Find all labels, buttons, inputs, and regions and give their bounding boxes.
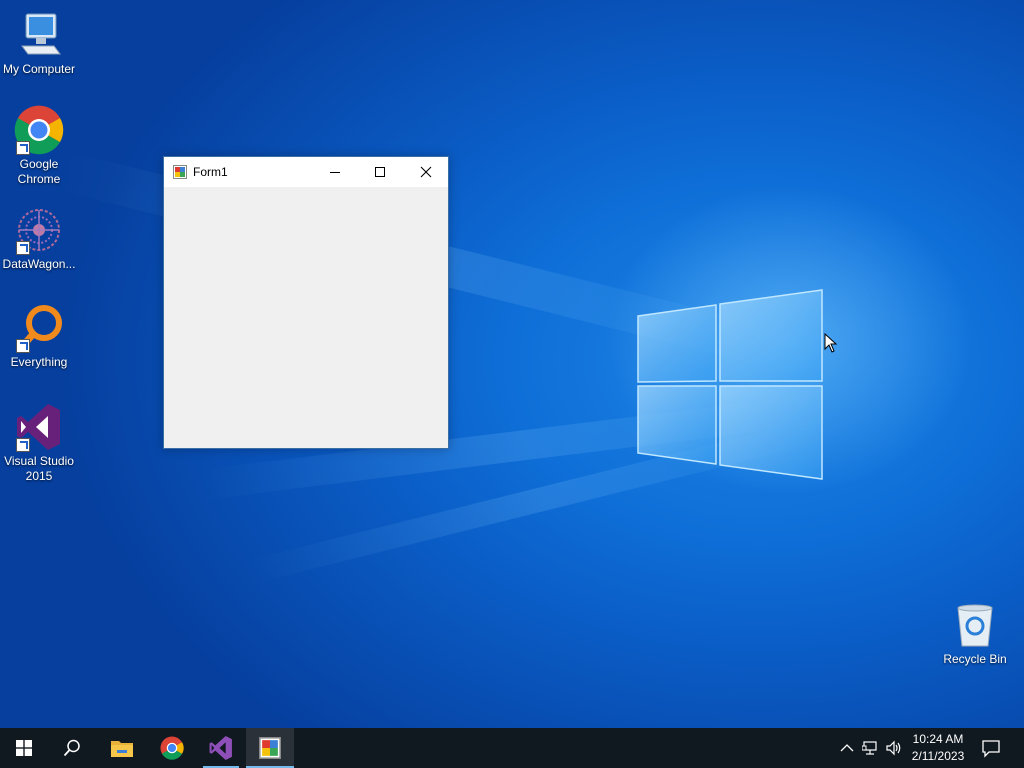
winforms-app-icon	[173, 165, 187, 179]
window-title: Form1	[193, 165, 228, 179]
desktop-icon-google-chrome[interactable]: Google Chrome	[0, 105, 78, 187]
maximize-icon	[374, 167, 385, 177]
desktop-icon-recycle-bin[interactable]: Recycle Bin	[936, 600, 1014, 667]
network-icon[interactable]	[862, 740, 880, 756]
desktop[interactable]: My Computer Google Chrome DataWagon... E…	[0, 0, 1024, 728]
maximize-button[interactable]	[357, 157, 402, 187]
minimize-icon	[329, 172, 340, 173]
taskbar-form1[interactable]	[246, 728, 294, 768]
search-icon	[63, 739, 80, 757]
desktop-icon-label: Everything	[10, 355, 68, 369]
desktop-icon-visual-studio[interactable]: Visual Studio 2015	[0, 402, 78, 484]
desktop-icon-label: Recycle Bin	[943, 652, 1007, 666]
desktop-icon-everything[interactable]: Everything	[0, 303, 78, 370]
desktop-icon-label: Visual Studio 2015	[4, 454, 74, 483]
desktop-icon-my-computer[interactable]: My Computer	[0, 10, 78, 77]
close-button[interactable]	[403, 157, 448, 187]
shortcut-arrow-icon	[16, 339, 30, 353]
close-icon	[420, 166, 431, 178]
taskbar-visual-studio[interactable]	[197, 728, 245, 768]
computer-icon	[21, 13, 61, 55]
desktop-icon-datawagon[interactable]: DataWagon...	[0, 205, 78, 272]
window-titlebar[interactable]: Form1	[164, 157, 448, 187]
shortcut-arrow-icon	[16, 141, 30, 155]
winforms-app-icon	[259, 737, 281, 759]
desktop-icon-label: My Computer	[2, 62, 76, 76]
chrome-icon	[160, 736, 184, 760]
windows-start-icon	[16, 740, 32, 756]
chevron-up-icon[interactable]	[838, 740, 856, 756]
form-client-area[interactable]	[164, 187, 448, 448]
notification-icon[interactable]	[980, 738, 1002, 758]
form1-window[interactable]: Form1	[163, 156, 449, 449]
taskbar-chrome[interactable]	[148, 728, 196, 768]
taskbar[interactable]: 10:24 AM 2/11/2023	[0, 728, 1024, 768]
start-button[interactable]	[0, 728, 48, 768]
shortcut-arrow-icon	[16, 438, 30, 452]
system-clock[interactable]: 10:24 AM 2/11/2023	[906, 731, 970, 765]
shortcut-arrow-icon	[16, 241, 30, 255]
minimize-button[interactable]	[312, 157, 357, 187]
recycle-bin-icon	[957, 604, 993, 647]
clock-time: 10:24 AM	[912, 732, 964, 746]
clock-date: 2/11/2023	[911, 749, 965, 763]
volume-icon[interactable]	[885, 740, 903, 756]
desktop-icon-label: DataWagon...	[2, 257, 76, 271]
taskbar-file-explorer[interactable]	[98, 728, 146, 768]
visual-studio-icon	[209, 736, 232, 760]
file-explorer-icon	[111, 741, 133, 757]
desktop-icon-label: Google Chrome	[17, 157, 61, 186]
mouse-cursor-icon	[824, 333, 838, 353]
search-button[interactable]	[48, 728, 96, 768]
windows-logo-wallpaper	[637, 289, 823, 480]
